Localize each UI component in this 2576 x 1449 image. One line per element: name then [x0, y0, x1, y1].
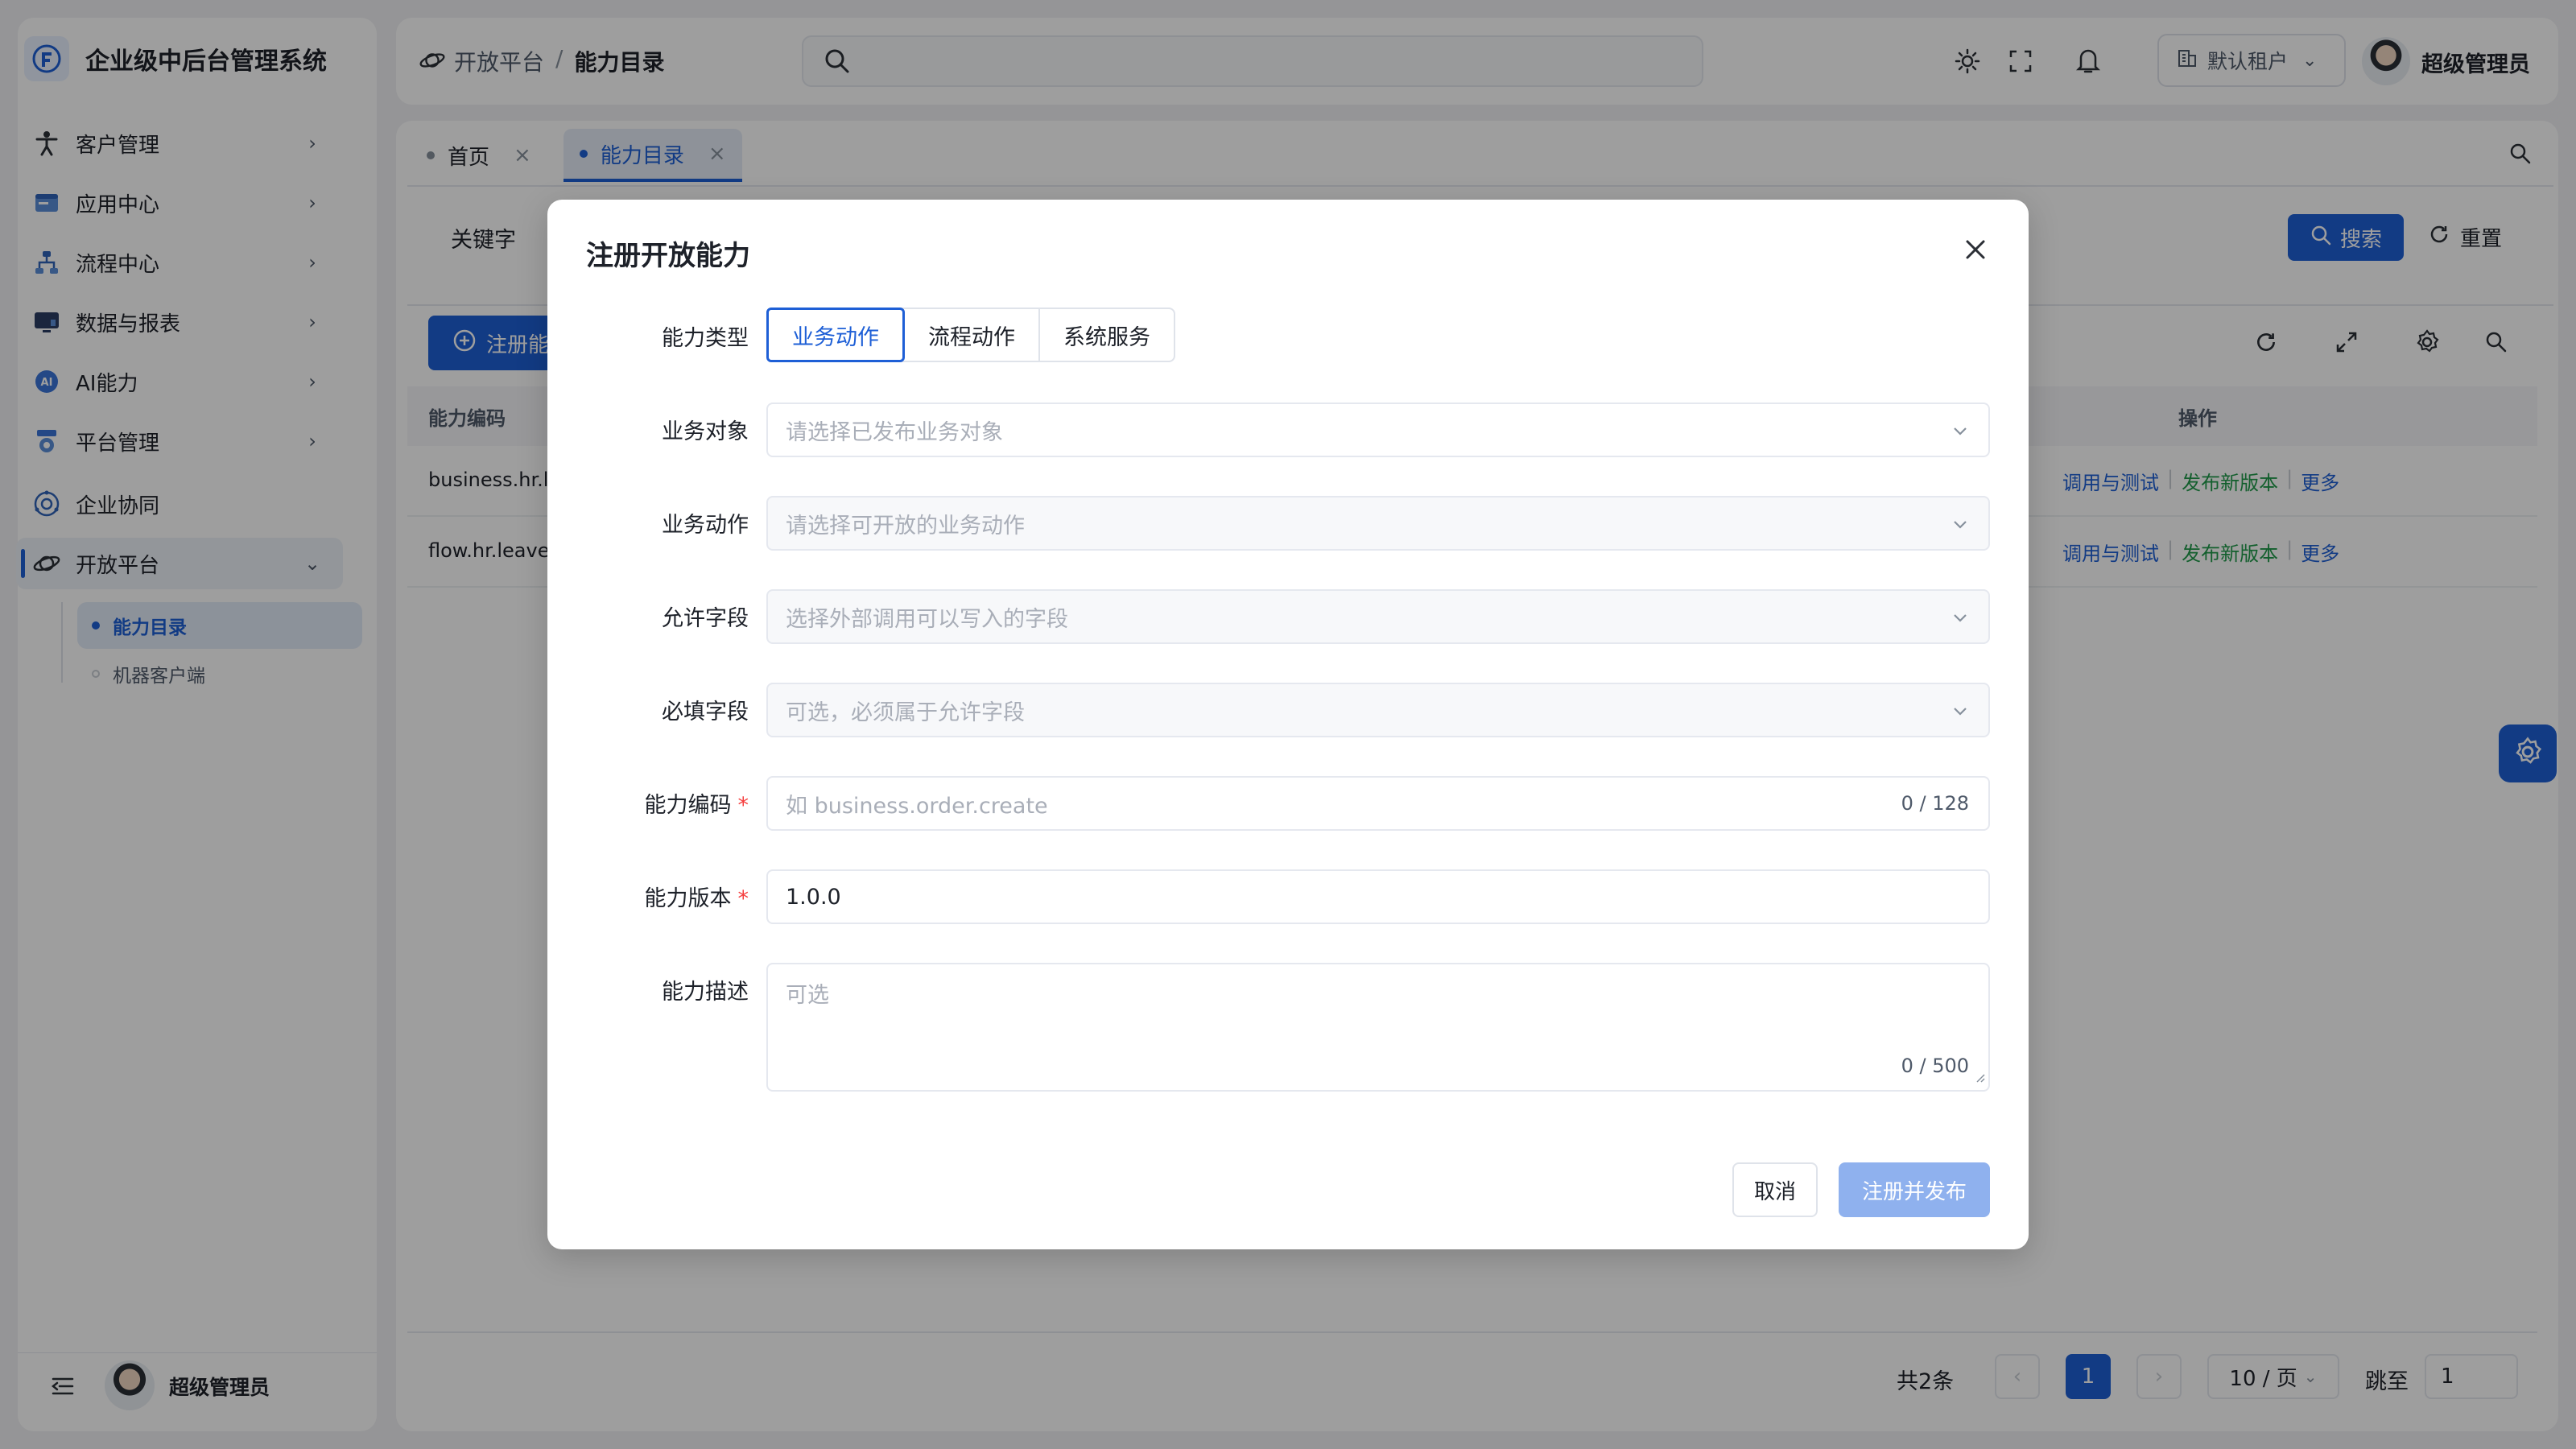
allowed-fields-select[interactable]: 选择外部调用可以写入的字段: [766, 589, 1990, 644]
allowed-fields-placeholder: 选择外部调用可以写入的字段: [786, 606, 1068, 632]
required-fields-select[interactable]: 可选，必须属于允许字段: [766, 683, 1990, 737]
capability-desc-textarea[interactable]: 可选 0 / 500: [766, 963, 1990, 1092]
biz-object-label: 业务对象: [662, 419, 749, 444]
biz-object-placeholder: 请选择已发布业务对象: [786, 419, 1003, 445]
code-label-text: 能力编码: [644, 793, 732, 818]
biz-action-label: 业务动作: [662, 513, 749, 538]
type-label: 能力类型: [662, 326, 749, 351]
code-char-count: 0 / 128: [1901, 792, 1969, 815]
type-option-business-action[interactable]: 业务动作: [766, 308, 905, 362]
code-label: 能力编码 *: [547, 787, 749, 819]
allowed-fields-label: 允许字段: [662, 606, 749, 631]
capability-type-segmented: 业务动作 流程动作 系统服务: [766, 308, 1175, 362]
desc-placeholder: 可选: [786, 983, 829, 1008]
version-value: 1.0.0: [786, 884, 841, 910]
required-mark: *: [737, 886, 749, 911]
desc-char-count: 0 / 500: [1901, 1055, 1969, 1077]
capability-version-input[interactable]: 1.0.0: [766, 869, 1990, 924]
desc-label: 能力描述: [662, 980, 749, 1005]
chevron-down-icon: [1950, 420, 1971, 447]
close-icon[interactable]: [1958, 232, 1993, 267]
cancel-button[interactable]: 取消: [1732, 1162, 1818, 1217]
required-fields-label: 必填字段: [662, 700, 749, 724]
version-label: 能力版本 *: [547, 881, 749, 912]
biz-action-select[interactable]: 请选择可开放的业务动作: [766, 496, 1990, 551]
version-label-text: 能力版本: [644, 886, 732, 911]
resize-handle-icon[interactable]: [1974, 1063, 1985, 1088]
required-fields-placeholder: 可选，必须属于允许字段: [786, 700, 1025, 725]
required-mark: *: [737, 793, 749, 818]
biz-action-placeholder: 请选择可开放的业务动作: [786, 513, 1025, 539]
capability-code-input[interactable]: 如 business.order.create 0 / 128: [766, 776, 1990, 831]
modal-title: 注册开放能力: [586, 240, 750, 272]
chevron-down-icon: [1950, 607, 1971, 634]
type-option-flow-action[interactable]: 流程动作: [905, 309, 1040, 361]
chevron-down-icon: [1950, 514, 1971, 540]
biz-object-select[interactable]: 请选择已发布业务对象: [766, 402, 1990, 457]
register-publish-button[interactable]: 注册并发布: [1839, 1162, 1990, 1217]
code-placeholder: 如 business.order.create: [786, 793, 1048, 819]
chevron-down-icon: [1950, 700, 1971, 727]
type-option-system-service[interactable]: 系统服务: [1040, 309, 1174, 361]
